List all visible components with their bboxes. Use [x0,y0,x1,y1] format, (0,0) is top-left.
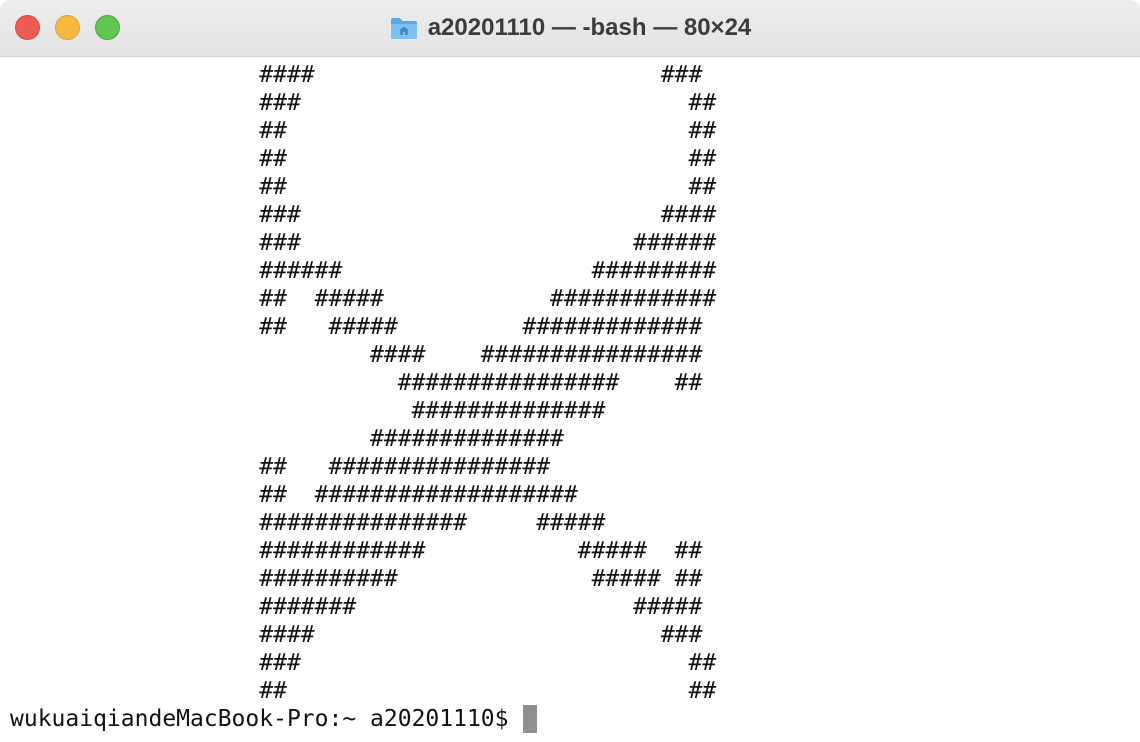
terminal-line: ########## ##### ## [10,566,703,592]
terminal-line: ## ## [10,118,717,144]
terminal-line: ## ## [10,174,717,200]
shell-prompt: wukuaiqiandeMacBook-Pro:~ a20201110$ [10,706,509,732]
terminal-line: #### ### [10,622,703,648]
prompt-line[interactable]: wukuaiqiandeMacBook-Pro:~ a20201110$ [10,705,537,733]
terminal-line: ############ ##### ## [10,538,703,564]
window-title-group: a20201110 — -bash — 80×24 [0,0,1140,56]
terminal-line: #### ### [10,62,703,88]
terminal-line: ############## [10,426,564,452]
terminal-line: ## ## [10,146,717,172]
terminal-line: ### ## [10,650,717,676]
terminal-line: ####### ##### [10,594,703,620]
terminal-line: ### #### [10,202,717,228]
terminal-line: ## ##### ############ [10,286,717,312]
title-bar[interactable]: a20201110 — -bash — 80×24 [0,0,1140,57]
terminal-line: ## ################ [10,454,551,480]
home-folder-icon [390,18,417,39]
terminal-line: ## ## [10,678,717,704]
text-cursor [522,705,537,733]
terminal-output: #### ### ### ## ## ## ## ## ## ## ### ##… [10,61,716,705]
terminal-content[interactable]: #### ### ### ## ## ## ## ## ## ## ### ##… [0,57,1140,742]
terminal-line: ################ ## [10,370,703,396]
terminal-line: #### ################ [10,342,703,368]
terminal-line: ## ################### [10,482,578,508]
terminal-line: ## ##### ############# [10,314,703,340]
terminal-line: ############## [10,398,606,424]
terminal-line: ### ###### [10,230,717,256]
terminal-line: ###### ######### [10,258,717,284]
terminal-line: ### ## [10,90,717,116]
terminal-window: a20201110 — -bash — 80×24 #### ### ### #… [0,0,1140,742]
terminal-line: ############### ##### [10,510,606,536]
window-title: a20201110 — -bash — 80×24 [427,14,752,41]
